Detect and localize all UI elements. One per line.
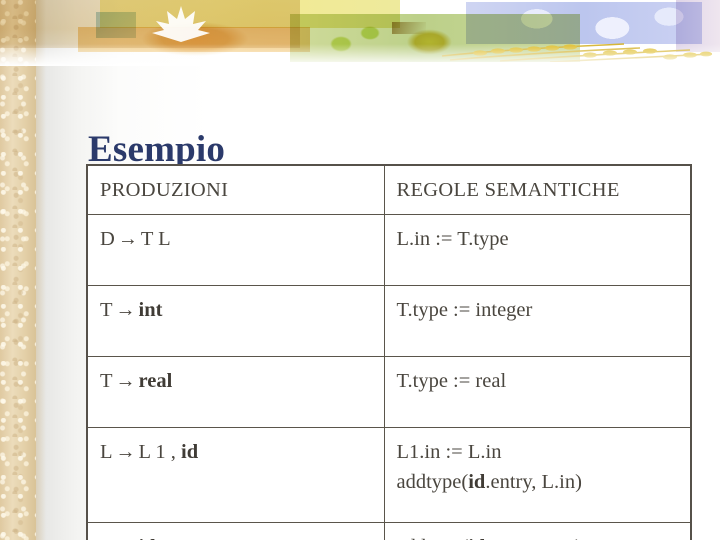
arrow-icon: → [115,299,136,321]
semantic-rule-line: L.in := T.type [396,228,509,250]
table-header-row: PRODUZIONI REGOLE SEMANTICHE [87,165,691,215]
addtype-call-suffix: .entry, L.in) [485,536,582,540]
production-terminal: int [138,299,163,321]
column-header-produzioni: PRODUZIONI [87,165,385,215]
production-cell: L→id [87,522,385,540]
semantic-rule-line: L1.in := L.in [396,441,502,463]
addtype-call-prefix: addtype( [397,536,469,540]
table-row: T → int T.type := integer [87,285,691,357]
semantic-rule-line: T.type := real [396,370,507,392]
semantic-rule-line: T.type := integer [396,299,533,321]
table-row: D → T L L.in := T.type [87,214,691,286]
table-row: L→id addtype(id.entry, L.in) [87,522,691,540]
semantic-rule-cell: addtype(id.entry, L.in) [383,522,691,540]
semantic-rule-cell: L1.in := L.in addtype(id.entry, L.in) [383,427,691,523]
banner-bottom-fade [0,44,720,66]
addtype-call-suffix: .entry, L.in) [485,471,582,493]
semantic-rule-cell: T.type := real [383,356,691,428]
production-terminal: id [139,536,156,540]
column-header-regole: REGOLE SEMANTICHE [383,165,691,215]
slide: Esempio PRODUZIONI REGOLE SEMANTICHE D → T… [0,0,720,540]
decorative-banner [0,0,720,66]
production-lhs: D [100,228,115,250]
production-terminal: id [181,441,199,463]
semantic-rule-line: addtype(id.entry, L.in) [397,467,680,497]
table-row: T → real T.type := real [87,356,691,428]
production-cell: D → T L [87,214,385,286]
production-rhs: T L [140,228,171,250]
id-token: id [468,471,486,493]
production-rhs: L 1 , [138,441,176,463]
left-texture-spine [0,0,36,540]
arrow-icon: → [117,228,138,250]
production-lhs: L [100,536,113,540]
production-lhs: T [100,370,113,392]
production-lhs: L [100,441,113,463]
arrow-icon: → [115,441,136,463]
arrow-icon: → [113,532,139,540]
table-row: L → L 1 , id L1.in := L.in addtype(id.entr… [87,427,691,523]
attribute-grammar-table: PRODUZIONI REGOLE SEMANTICHE D → T L L.in … [86,164,692,540]
production-cell: L → L 1 , id [87,427,385,523]
id-token: id [468,536,485,540]
banner-lime-leaf-2 [360,26,380,40]
production-cell: T → real [87,356,385,428]
production-terminal: real [138,370,173,392]
arrow-icon: → [115,370,136,392]
left-spine-fade [36,0,46,540]
semantic-rule-line: addtype(id.entry, L.in) [397,532,680,540]
addtype-call-prefix: addtype( [396,471,469,493]
production-lhs: T [100,299,113,321]
semantic-rule-cell: L.in := T.type [383,214,691,286]
semantic-rule-cell: T.type := integer [383,285,691,357]
production-cell: T → int [87,285,385,357]
